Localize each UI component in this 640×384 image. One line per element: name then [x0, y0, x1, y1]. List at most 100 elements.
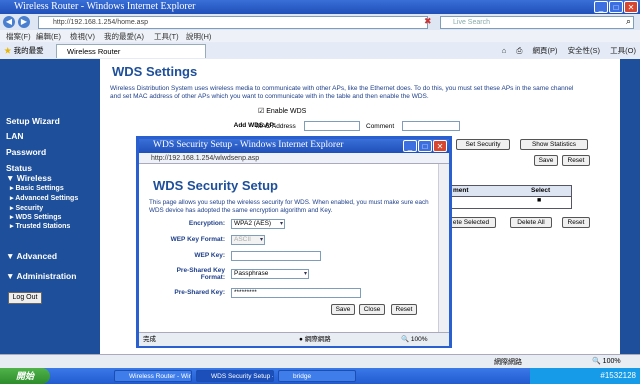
popup-maximize-button[interactable]: □: [418, 140, 432, 152]
popup-close-dialog-button[interactable]: Close: [359, 304, 385, 315]
popup-description: This page allows you setup the wireless …: [149, 199, 429, 214]
address-bar: ◀ ▶ http://192.168.1.254/home.asp Live S…: [0, 14, 640, 31]
table-row-checkbox[interactable]: ■: [537, 197, 541, 204]
sidebar-item-wireless[interactable]: ▼ Wireless: [6, 173, 52, 183]
sidebar: Setup Wizard LAN Password Status ▼ Wirel…: [0, 59, 100, 354]
print-icon[interactable]: ⎙: [516, 46, 522, 55]
favorites-bar: ★ 我的最愛 Wireless Router ⌂ ⎙ 網頁(P) 安全性(S) …: [0, 42, 640, 60]
sidebar-item-wds-settings[interactable]: WDS Settings: [10, 213, 61, 221]
safety-menu[interactable]: 安全性(S): [568, 46, 601, 55]
sidebar-item-lan[interactable]: LAN: [6, 131, 23, 141]
sidebar-item-advanced[interactable]: ▼ Advanced: [6, 251, 57, 261]
menu-file[interactable]: 檔案(F): [6, 31, 31, 42]
logout-button[interactable]: Log Out: [8, 292, 42, 304]
mac-input[interactable]: [304, 121, 360, 131]
reset-table-button[interactable]: Reset: [562, 217, 590, 228]
command-bar: ⌂ ⎙ 網頁(P) 安全性(S) 工具(O): [494, 45, 636, 56]
popup-close-button[interactable]: ✕: [433, 140, 447, 152]
maximize-button[interactable]: □: [609, 1, 623, 13]
watermark: #1532128: [600, 371, 636, 380]
sidebar-item-status[interactable]: Status: [6, 163, 32, 173]
wds-security-popup: WDS Security Setup - Windows Internet Ex…: [136, 136, 452, 348]
back-icon[interactable]: ◀: [3, 16, 15, 28]
minimize-button[interactable]: _: [594, 1, 608, 13]
stop-icon[interactable]: ✖: [424, 16, 432, 27]
popup-zoom[interactable]: 🔍 100%: [401, 333, 428, 346]
search-input[interactable]: Live Search: [440, 16, 634, 29]
tools-menu[interactable]: 工具(O): [610, 46, 636, 55]
search-icon[interactable]: ⌕: [626, 16, 631, 27]
menu-tools[interactable]: 工具(T): [154, 31, 179, 42]
delete-selected-button[interactable]: ete Selected: [446, 217, 496, 228]
popup-status-zone: ● 網際網路: [299, 336, 331, 343]
menu-edit[interactable]: 編輯(E): [36, 31, 61, 42]
mac-label: MAC Address: [256, 123, 296, 130]
show-statistics-button[interactable]: Show Statistics: [520, 139, 588, 150]
popup-body: WDS Security Setup This page allows you …: [139, 164, 439, 332]
psk-format-label-1: Pre-Shared Key: [176, 267, 225, 274]
page-menu[interactable]: 網頁(P): [532, 46, 557, 55]
wep-key-input[interactable]: [231, 251, 321, 261]
popup-status-bar: 完成 ● 網際網路 🔍 100%: [139, 332, 449, 346]
encryption-label: Encryption:: [188, 220, 225, 227]
sidebar-item-setup-wizard[interactable]: Setup Wizard: [6, 116, 60, 126]
url-input[interactable]: http://192.168.1.254/home.asp: [38, 16, 428, 29]
wep-format-label: WEP Key Format:: [170, 236, 225, 243]
menu-view[interactable]: 檢視(V): [70, 31, 95, 42]
sidebar-item-password[interactable]: Password: [6, 147, 46, 157]
browser-title-bar: Wireless Router - Windows Internet Explo…: [0, 0, 640, 14]
menu-help[interactable]: 說明(H): [186, 31, 211, 42]
encryption-select[interactable]: WPA2 (AES): [231, 219, 285, 229]
popup-url[interactable]: http://192.168.1.254/wlwdsenp.asp: [139, 153, 449, 164]
wep-format-select[interactable]: ASCII: [231, 235, 265, 245]
start-button[interactable]: 開始: [0, 368, 50, 384]
table-header-select: Select: [531, 187, 551, 194]
wds-ap-table: ment Select ■: [450, 185, 572, 209]
status-zone: 網際網路: [494, 359, 522, 366]
popup-title-bar: WDS Security Setup - Windows Internet Ex…: [139, 139, 449, 153]
save-button[interactable]: Save: [534, 155, 558, 166]
table-header-comment: ment: [453, 187, 469, 194]
menu-bar: 檔案(F) 編輯(E) 檢視(V) 我的最愛(A) 工具(T) 說明(H): [0, 30, 640, 42]
home-icon[interactable]: ⌂: [502, 46, 507, 55]
page-title: WDS Settings: [112, 64, 198, 79]
popup-save-button[interactable]: Save: [331, 304, 355, 315]
sidebar-item-trusted-stations[interactable]: Trusted Stations: [10, 222, 70, 230]
forward-icon[interactable]: ▶: [18, 16, 30, 28]
comment-label: Comment: [366, 123, 395, 130]
psk-label: Pre-Shared Key:: [174, 289, 225, 296]
menu-favorites[interactable]: 我的最愛(A): [104, 31, 144, 42]
tab-wireless-router[interactable]: Wireless Router: [56, 44, 206, 58]
task-wds-security[interactable]: WDS Security Setup -...: [196, 370, 274, 382]
popup-scrollbar[interactable]: [438, 164, 449, 332]
set-security-button[interactable]: Set Security: [456, 139, 510, 150]
favorites-button[interactable]: ★ 我的最愛: [4, 45, 44, 56]
delete-all-button[interactable]: Delete All: [510, 217, 552, 228]
task-bridge[interactable]: bridge: [278, 370, 356, 382]
popup-heading: WDS Security Setup: [153, 178, 278, 193]
sidebar-item-security[interactable]: Security: [10, 204, 43, 212]
popup-reset-button[interactable]: Reset: [391, 304, 417, 315]
reset-button[interactable]: Reset: [562, 155, 590, 166]
task-wireless-router[interactable]: Wireless Router - Win...: [114, 370, 192, 382]
enable-wds-checkbox[interactable]: ☑ Enable WDS: [258, 107, 306, 115]
psk-input[interactable]: *********: [231, 288, 361, 298]
scrollbar[interactable]: [620, 59, 640, 354]
popup-status-text: 完成: [143, 336, 156, 343]
psk-format-select[interactable]: Passphrase: [231, 269, 309, 279]
popup-minimize-button[interactable]: _: [403, 140, 417, 152]
system-tray: #1532128: [530, 368, 640, 384]
zoom-level[interactable]: 🔍 100%: [592, 357, 621, 365]
popup-title: WDS Security Setup - Windows Internet Ex…: [153, 140, 344, 150]
taskbar: 開始 Wireless Router - Win... WDS Security…: [0, 368, 640, 384]
sidebar-item-administration[interactable]: ▼ Administration: [6, 271, 76, 281]
sidebar-item-basic-settings[interactable]: Basic Settings: [10, 184, 63, 192]
page-description: Wireless Distribution System uses wirele…: [110, 85, 574, 100]
sidebar-item-advanced-settings[interactable]: Advanced Settings: [10, 194, 78, 202]
psk-format-label-2: Format:: [200, 274, 225, 281]
wep-key-label: WEP Key:: [194, 252, 225, 259]
browser-title: Wireless Router - Windows Internet Explo…: [14, 1, 196, 12]
close-button[interactable]: ✕: [624, 1, 638, 13]
comment-input[interactable]: [402, 121, 460, 131]
star-icon: ★: [4, 46, 12, 55]
